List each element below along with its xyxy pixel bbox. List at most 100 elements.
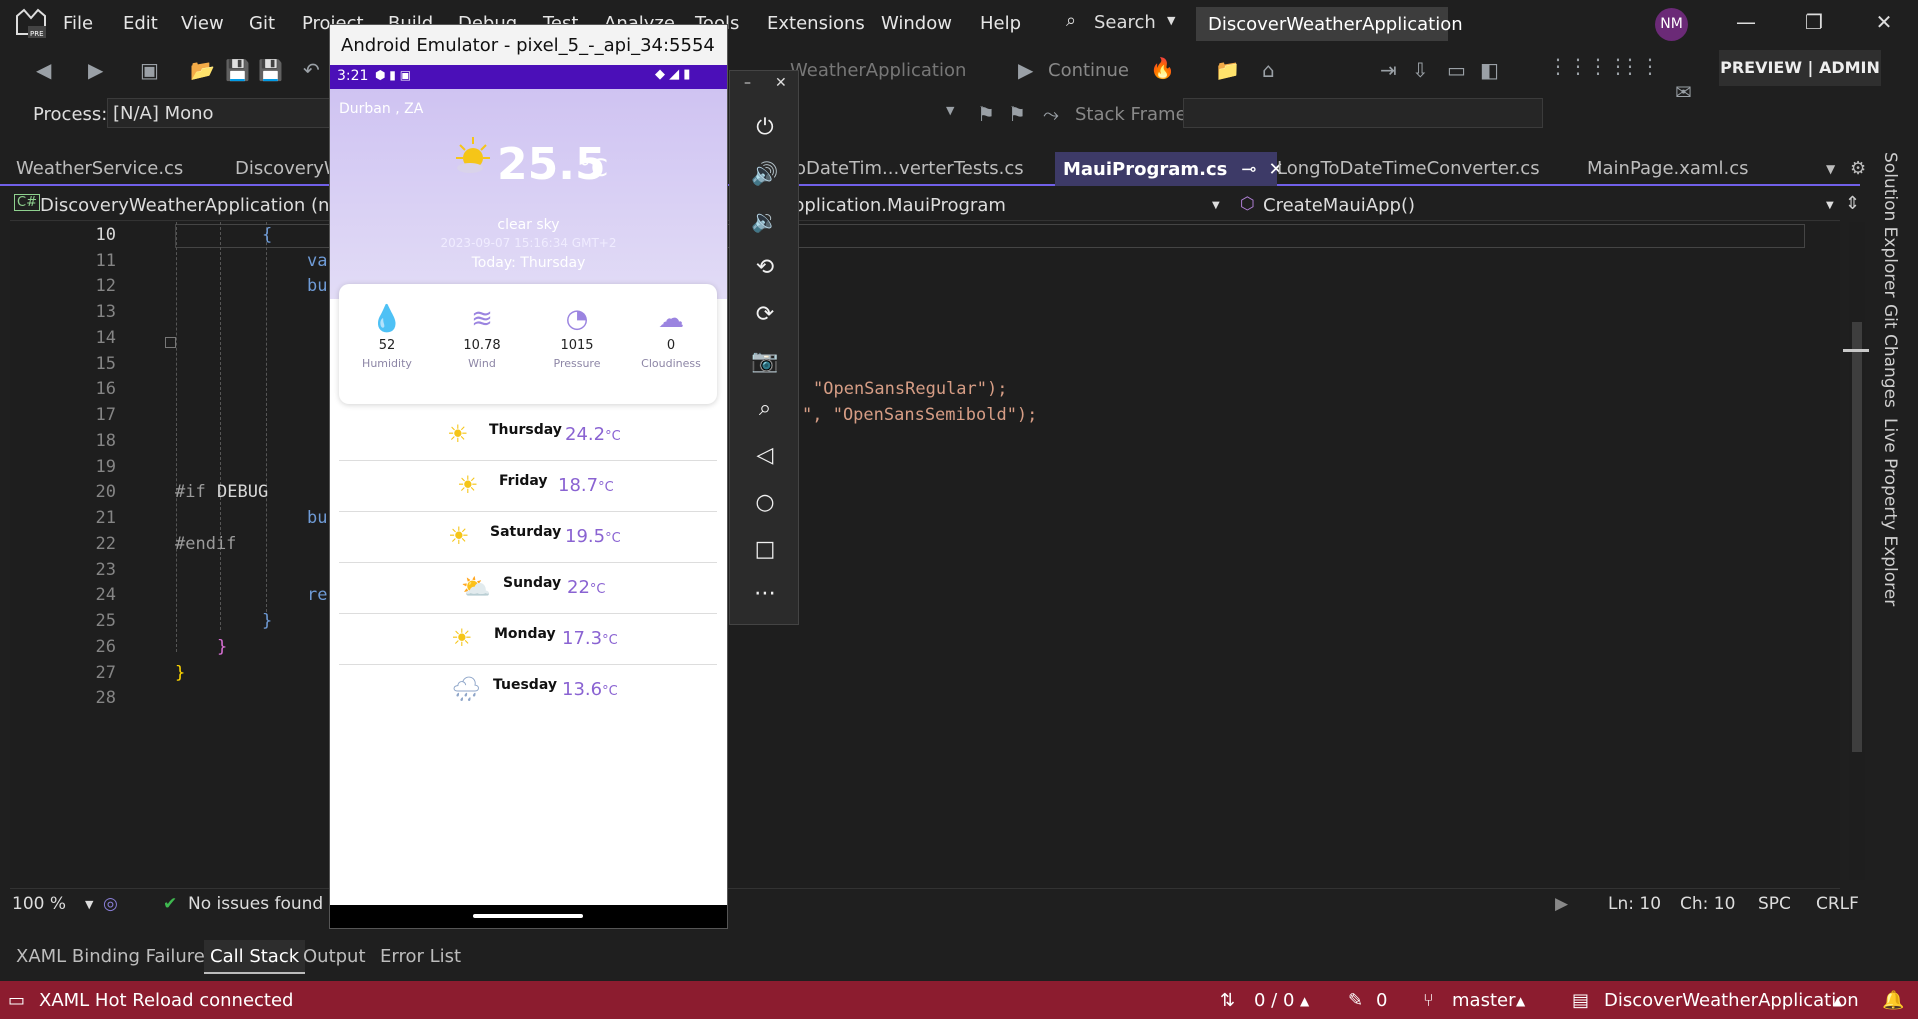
- home-gesture-pill[interactable]: [473, 914, 583, 918]
- open-folder-icon[interactable]: 📂: [190, 58, 215, 82]
- zoom-select[interactable]: 100 %: [12, 894, 66, 914]
- play-icon[interactable]: ▶: [1018, 58, 1033, 82]
- folder-icon[interactable]: 📁: [1215, 58, 1240, 82]
- tab-converter-tests[interactable]: oDateTim...verterTests.cs: [795, 158, 1024, 179]
- gear-icon[interactable]: ⚙: [1850, 158, 1866, 179]
- forecast-row[interactable]: ☀ Friday 18.7°C: [339, 461, 717, 512]
- continue-button[interactable]: Continue: [1048, 60, 1129, 81]
- device-icon[interactable]: ⇩: [1412, 58, 1429, 82]
- preview-admin-badge[interactable]: PREVIEW | ADMIN: [1719, 50, 1881, 86]
- menu-view[interactable]: View: [181, 13, 224, 34]
- menu-git[interactable]: Git: [249, 13, 275, 34]
- tab-mauiprogram[interactable]: MauiProgram.cs ⊸ ✕: [1055, 152, 1284, 186]
- tab-call-stack[interactable]: Call Stack: [204, 940, 306, 974]
- menu-extensions[interactable]: Extensions: [767, 13, 865, 34]
- forecast-row[interactable]: ☀ Monday 17.3°C: [339, 614, 717, 665]
- startup-project-select[interactable]: WeatherApplication: [790, 60, 966, 81]
- rotate-right-icon[interactable]: ⟳: [730, 302, 800, 327]
- cloudiness-value: 0: [666, 338, 676, 353]
- forecast-row[interactable]: ☀ Thursday 24.2°C: [339, 410, 717, 461]
- solution-explorer-tab[interactable]: Solution Explorer: [1880, 152, 1900, 297]
- home-icon[interactable]: ○: [730, 490, 800, 515]
- rotate-left-icon[interactable]: ⟲: [730, 255, 800, 280]
- pin-icon[interactable]: ⊸: [1241, 159, 1256, 180]
- scrollbar-thumb[interactable]: [1852, 322, 1862, 752]
- menu-edit[interactable]: Edit: [123, 13, 158, 34]
- search-box[interactable]: ⌕ Search ▼: [1062, 10, 1182, 34]
- undo-icon[interactable]: ↶: [303, 58, 320, 82]
- more-icon[interactable]: ⋯: [730, 581, 800, 606]
- code-editor[interactable]: 10 11 12 13 14 15 16 17 18 19 20 21 22 2…: [10, 222, 1840, 880]
- tab-output[interactable]: Output: [303, 946, 366, 967]
- volume-up-icon[interactable]: 🔊: [730, 162, 800, 187]
- project-select[interactable]: DiscoveryWeatherApplication (net8.0: [40, 195, 376, 216]
- hot-reload-icon[interactable]: 🔥: [1150, 56, 1175, 80]
- visual-studio-logo-icon: PRE: [14, 6, 48, 40]
- menu-window[interactable]: Window: [881, 13, 952, 34]
- flag-threads-icon[interactable]: ⚑: [1008, 102, 1026, 126]
- vertical-scrollbar[interactable]: [1843, 222, 1869, 880]
- forecast-row[interactable]: 🌧 Tuesday 13.6°C: [339, 665, 717, 716]
- line-number: 22: [95, 534, 116, 554]
- close-icon[interactable]: ✕: [775, 75, 787, 91]
- indent-indicator[interactable]: SPC: [1758, 894, 1791, 914]
- back-icon[interactable]: ◀: [36, 58, 51, 82]
- scroll-right-icon[interactable]: ▶: [1555, 894, 1568, 914]
- split-icon[interactable]: ⇕: [1845, 193, 1860, 214]
- issues-status[interactable]: No issues found: [188, 894, 323, 914]
- new-item-icon[interactable]: ▣: [140, 58, 159, 82]
- changes-count[interactable]: 0 / 0: [1254, 990, 1294, 1011]
- close-window-icon[interactable]: ✕: [1864, 10, 1904, 36]
- power-icon[interactable]: ⏻: [730, 115, 800, 140]
- show-threads-icon[interactable]: ⤳: [1043, 102, 1059, 126]
- stack-frame-select[interactable]: [1183, 98, 1543, 128]
- tab-xaml-binding-failures[interactable]: XAML Binding Failures: [16, 946, 214, 967]
- breakpoints3-icon[interactable]: ⋮⋮: [1620, 54, 1660, 78]
- flag-icon[interactable]: ⚑: [977, 102, 995, 126]
- solution-title: DiscoverWeatherApplication: [1196, 7, 1463, 41]
- menu-help[interactable]: Help: [980, 13, 1021, 34]
- camera-icon[interactable]: 📷: [730, 349, 800, 374]
- step-icon[interactable]: ⇥: [1380, 58, 1397, 82]
- branch-name[interactable]: master: [1452, 990, 1515, 1011]
- forecast-row[interactable]: ⛅ Sunday 22°C: [339, 563, 717, 614]
- layout-icon[interactable]: ◧: [1480, 58, 1499, 82]
- save-icon[interactable]: 💾: [225, 58, 250, 82]
- class-select[interactable]: pplication.MauiProgram: [793, 195, 1006, 216]
- tab-discovery[interactable]: DiscoveryW: [235, 158, 342, 179]
- line-ending-indicator[interactable]: CRLF: [1816, 894, 1859, 914]
- live-property-explorer-tab[interactable]: Live Property Explorer: [1880, 418, 1900, 606]
- minimize-icon[interactable]: —: [1726, 10, 1766, 36]
- cloudiness-label: Cloudiness: [641, 357, 701, 370]
- breakpoints-icon[interactable]: ⋮⋮: [1548, 54, 1588, 78]
- minimize-icon[interactable]: –: [744, 75, 751, 91]
- tab-overflow-icon[interactable]: ▼: [1826, 162, 1835, 176]
- save-all-icon[interactable]: 💾: [258, 58, 283, 82]
- forward-icon[interactable]: ▶: [88, 58, 103, 82]
- tab-weatherservice[interactable]: WeatherService.cs: [16, 158, 183, 179]
- overview-icon[interactable]: □: [730, 537, 800, 562]
- back-icon[interactable]: ◁: [730, 443, 800, 468]
- bell-icon[interactable]: 🔔: [1882, 990, 1904, 1011]
- signal-battery-icons: ◆ ◢ ▮: [655, 67, 691, 82]
- publish-icon[interactable]: ⌂: [1262, 58, 1275, 82]
- tab-mainpage[interactable]: MainPage.xaml.cs: [1587, 158, 1748, 179]
- menu-file[interactable]: File: [63, 13, 93, 34]
- tab-error-list[interactable]: Error List: [380, 946, 461, 967]
- zoom-icon[interactable]: ⌕: [730, 396, 800, 421]
- git-changes-tab[interactable]: Git Changes: [1880, 304, 1900, 408]
- hot-reload-status[interactable]: XAML Hot Reload connected: [39, 990, 293, 1011]
- emulator-title[interactable]: Android Emulator - pixel_5_-_api_34:5554: [330, 25, 727, 65]
- restore-icon[interactable]: ❐: [1794, 10, 1834, 36]
- solution-name[interactable]: DiscoverWeatherApplication: [1604, 990, 1859, 1011]
- chevron-down-icon: ▼: [85, 898, 94, 911]
- forecast-row[interactable]: ☀ Saturday 19.5°C: [339, 512, 717, 563]
- terminal-icon[interactable]: ▭: [1447, 58, 1466, 82]
- avatar[interactable]: NM: [1655, 8, 1688, 41]
- edits-count[interactable]: 0: [1376, 990, 1387, 1011]
- volume-down-icon[interactable]: 🔉: [730, 209, 800, 234]
- collapse-icon[interactable]: [165, 337, 176, 348]
- tab-longtodatetime[interactable]: LongToDateTimeConverter.cs: [1277, 158, 1540, 179]
- copilot-icon[interactable]: ◎: [103, 894, 118, 914]
- member-select[interactable]: CreateMauiApp(): [1263, 195, 1415, 216]
